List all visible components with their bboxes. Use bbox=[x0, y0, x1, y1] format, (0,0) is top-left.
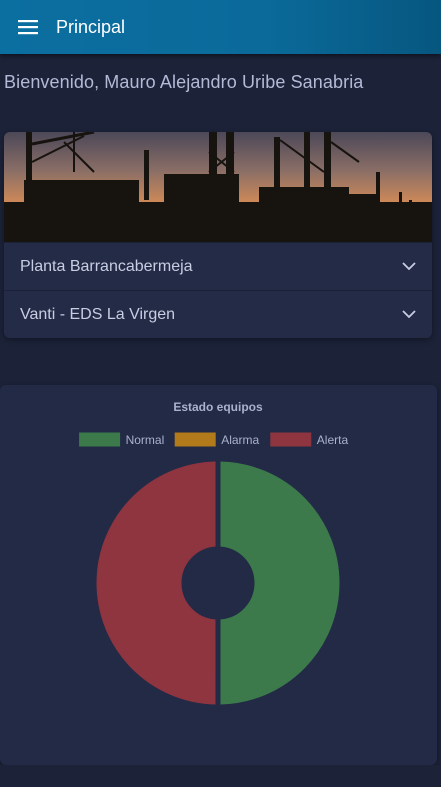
page-footer bbox=[0, 765, 441, 787]
legend-label-alarma[interactable]: Alarma bbox=[221, 433, 259, 447]
legend-swatch-alarma[interactable] bbox=[174, 432, 216, 447]
app-header: Principal bbox=[0, 0, 441, 54]
legend-label-alerta[interactable]: Alerta bbox=[317, 433, 349, 447]
chevron-down-icon bbox=[402, 262, 416, 271]
page-title: Principal bbox=[56, 16, 126, 37]
menu-button[interactable] bbox=[8, 0, 48, 54]
welcome-message: Bienvenido, Mauro Alejandro Uribe Sanabr… bbox=[4, 72, 364, 92]
pie-slice-alerta[interactable] bbox=[96, 461, 216, 705]
legend-swatch-normal[interactable] bbox=[79, 432, 121, 447]
industrial-banner-image bbox=[4, 132, 432, 242]
pie-slice-normal[interactable] bbox=[220, 461, 340, 705]
chevron-down-icon bbox=[402, 310, 416, 319]
legend-swatch-alerta[interactable] bbox=[270, 432, 312, 447]
hamburger-menu-icon bbox=[18, 20, 38, 35]
status-pie-chart: Estado equipos Normal Alarma Alerta bbox=[79, 400, 349, 705]
status-chart-card: Estado equipos Normal Alarma Alerta bbox=[0, 385, 437, 765]
chart-title: Estado equipos bbox=[173, 400, 263, 414]
plant-item-barrancabermeja[interactable]: Planta Barrancabermeja bbox=[4, 242, 432, 290]
legend-label-normal[interactable]: Normal bbox=[126, 433, 165, 447]
plant-item-label: Vanti - EDS La Virgen bbox=[20, 305, 176, 323]
plant-item-label: Planta Barrancabermeja bbox=[20, 257, 193, 275]
plant-item-vanti-eds[interactable]: Vanti - EDS La Virgen bbox=[4, 290, 432, 338]
plants-card: Planta Barrancabermeja Vanti - EDS La Vi… bbox=[4, 132, 432, 338]
